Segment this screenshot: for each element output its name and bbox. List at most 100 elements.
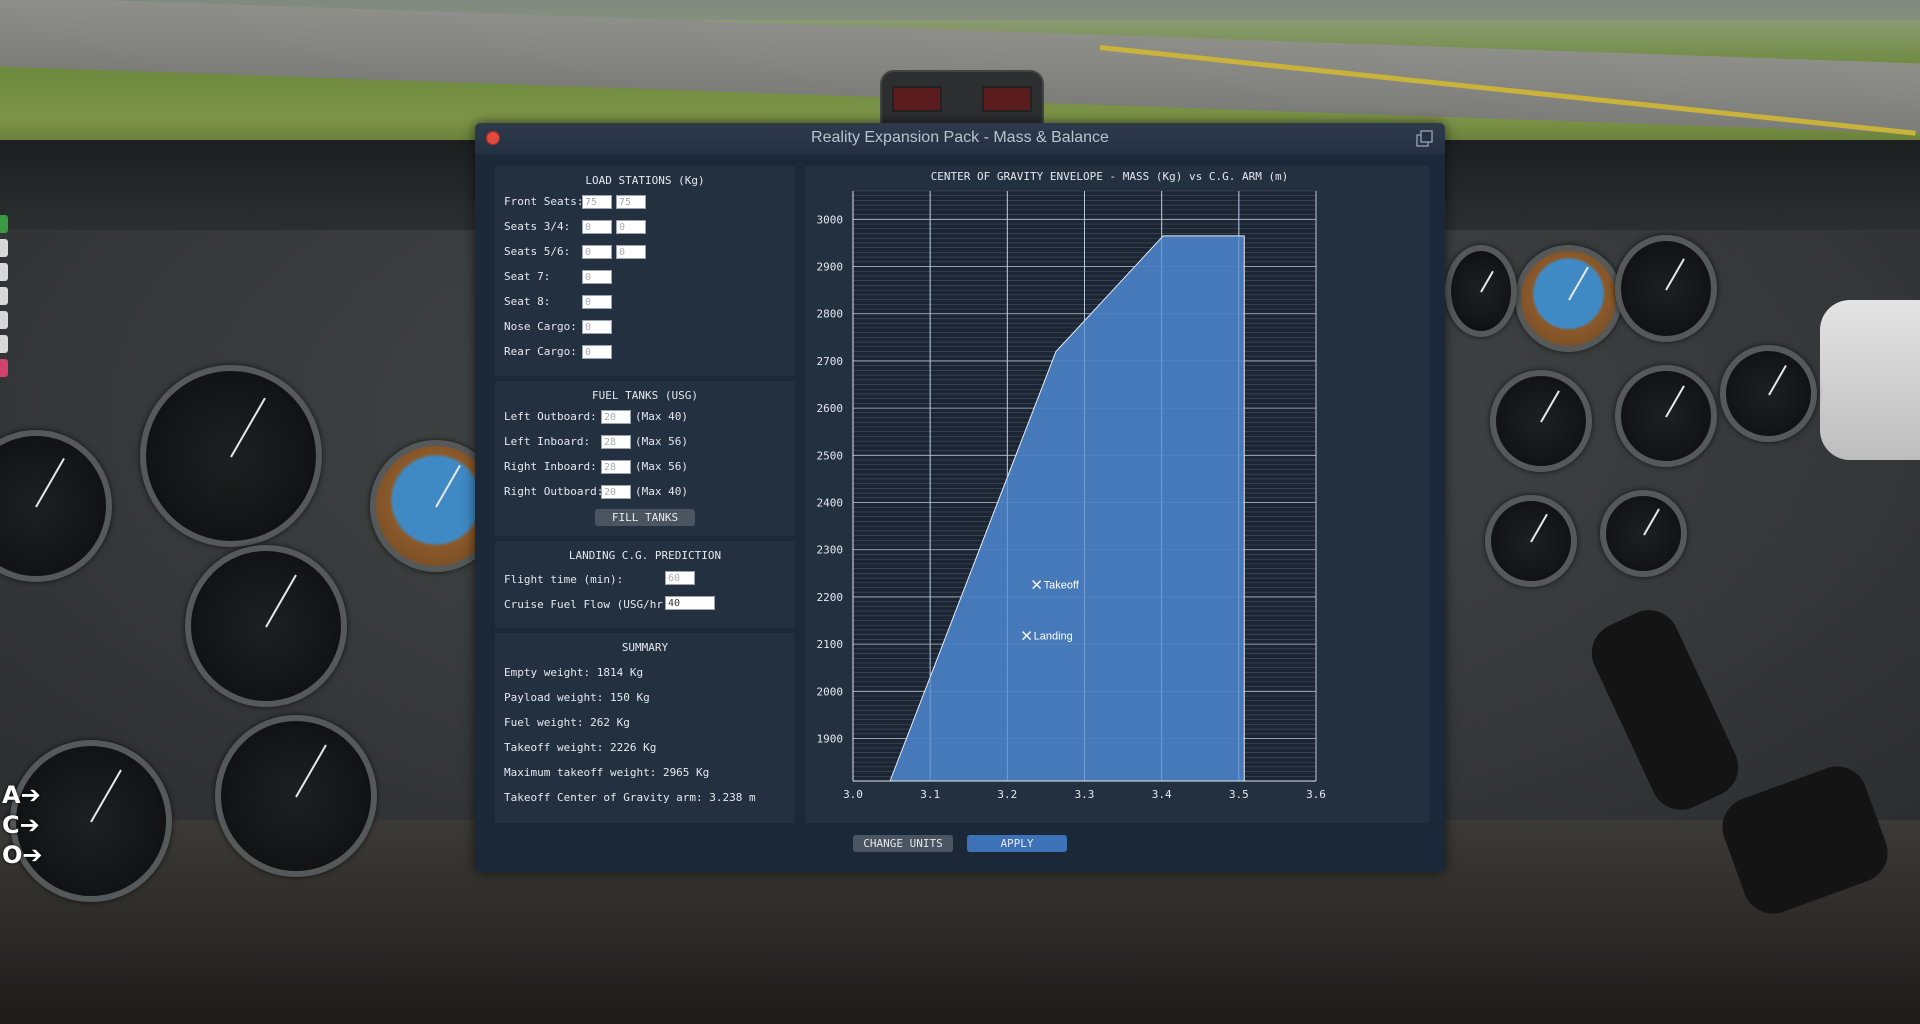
x-tick-label: 3.6 bbox=[1306, 788, 1326, 801]
rear-cargo-input[interactable]: 0 bbox=[582, 345, 612, 359]
x-tick-label: 3.5 bbox=[1229, 788, 1249, 801]
seat-7-input[interactable]: 0 bbox=[582, 270, 612, 284]
copilot-gauge-a-icon bbox=[1445, 245, 1517, 337]
sidebar-tab[interactable] bbox=[0, 215, 8, 233]
y-tick-label: 2800 bbox=[817, 308, 844, 321]
popout-icon[interactable] bbox=[1415, 129, 1435, 149]
side-shortcuts: A➔ C➔ O➔ bbox=[2, 780, 43, 870]
y-tick-label: 3000 bbox=[817, 213, 844, 226]
sidebar-tab[interactable] bbox=[0, 239, 8, 257]
copilot-nav-icon bbox=[1720, 345, 1817, 442]
x-tick-label: 3.2 bbox=[997, 788, 1017, 801]
sidebar-tab[interactable] bbox=[0, 263, 8, 281]
right-inboard-input[interactable]: 28 bbox=[601, 460, 631, 474]
copilot-hsi-icon bbox=[1490, 370, 1592, 472]
y-tick-label: 2700 bbox=[817, 355, 844, 368]
chart-title: CENTER OF GRAVITY ENVELOPE - MASS (Kg) v… bbox=[931, 170, 1289, 183]
nose-cargo-input[interactable]: 0 bbox=[582, 320, 612, 334]
takeoff-label: Takeoff bbox=[1044, 580, 1080, 592]
shortcut-o[interactable]: O➔ bbox=[2, 840, 43, 870]
seat-7-label: Seat 7: bbox=[504, 270, 551, 283]
fuel-tanks-title: FUEL TANKS (USG) bbox=[592, 389, 698, 402]
x-tick-label: 3.0 bbox=[843, 788, 863, 801]
seat-8-label: Seat 8: bbox=[504, 295, 551, 308]
sidebar-tab[interactable] bbox=[0, 335, 8, 353]
apply-button[interactable]: APPLY bbox=[967, 835, 1067, 852]
y-tick-label: 1900 bbox=[817, 733, 844, 746]
window-title: Reality Expansion Pack - Mass & Balance bbox=[811, 129, 1109, 146]
sidebar-tab[interactable] bbox=[0, 287, 8, 305]
front-seats-label: Front Seats: bbox=[504, 195, 584, 208]
y-tick-label: 2900 bbox=[817, 261, 844, 274]
seat-8-input[interactable]: 0 bbox=[582, 295, 612, 309]
flight-time-input[interactable]: 60 bbox=[665, 571, 695, 585]
left-outboard-input[interactable]: 20 bbox=[601, 410, 631, 424]
sidebar-tab[interactable] bbox=[0, 359, 8, 377]
window-titlebar[interactable]: Reality Expansion Pack - Mass & Balance bbox=[475, 123, 1445, 155]
load-stations-title: LOAD STATIONS (Kg) bbox=[585, 174, 705, 187]
y-tick-label: 2400 bbox=[817, 497, 844, 510]
fill-tanks-button[interactable]: FILL TANKS bbox=[595, 509, 695, 526]
summary-title: SUMMARY bbox=[621, 641, 669, 654]
seat-4-input[interactable]: 0 bbox=[616, 220, 646, 234]
left-inboard-max: (Max 56) bbox=[635, 435, 688, 448]
cruise-fuel-flow-input[interactable]: 40 bbox=[665, 596, 715, 610]
shortcut-a[interactable]: A➔ bbox=[2, 780, 43, 810]
left-inboard-input[interactable]: 28 bbox=[601, 435, 631, 449]
y-tick-label: 2100 bbox=[817, 638, 844, 651]
seat-3-input[interactable]: 0 bbox=[582, 220, 612, 234]
change-units-button[interactable]: CHANGE UNITS bbox=[853, 835, 953, 852]
right-inboard-max: (Max 56) bbox=[635, 460, 688, 473]
landing-prediction-panel: LANDING C.G. PREDICTION Flight time (min… bbox=[495, 541, 795, 628]
copilot-engine-gauge-icon bbox=[1485, 495, 1577, 587]
nose-cargo-label: Nose Cargo: bbox=[504, 320, 577, 333]
turn-coordinator-icon bbox=[185, 545, 347, 707]
load-stations-panel: LOAD STATIONS (Kg) Front Seats: 75 75 Se… bbox=[495, 166, 795, 376]
copilot-attitude-icon bbox=[1515, 245, 1622, 352]
front-seat-2-input[interactable]: 75 bbox=[616, 195, 646, 209]
copilot-altimeter-icon bbox=[1615, 235, 1717, 342]
left-outboard-max: (Max 40) bbox=[635, 410, 688, 423]
landing-label: Landing bbox=[1034, 631, 1073, 643]
y-tick-label: 2300 bbox=[817, 544, 844, 557]
copilot-climb-icon bbox=[1615, 365, 1717, 467]
landing-prediction-title: LANDING C.G. PREDICTION bbox=[568, 549, 722, 562]
sidebar-tabs bbox=[0, 215, 10, 415]
sidebar-tab[interactable] bbox=[0, 311, 8, 329]
cruise-fuel-flow-label: Cruise Fuel Flow (USG/hr): bbox=[504, 598, 677, 611]
x-tick-label: 3.3 bbox=[1075, 788, 1095, 801]
payload-weight-text: Payload weight: 150 Kg bbox=[504, 691, 650, 704]
y-tick-label: 2200 bbox=[817, 591, 844, 604]
seats-3-4-label: Seats 3/4: bbox=[504, 220, 571, 233]
seat-6-input[interactable]: 0 bbox=[616, 245, 646, 259]
takeoff-weight-text: Takeoff weight: 2226 Kg bbox=[504, 741, 657, 754]
copilot-fuel-gauge-icon bbox=[1600, 490, 1687, 577]
flight-time-label: Flight time (min): bbox=[504, 573, 624, 586]
cg-envelope-chart: CENTER OF GRAVITY ENVELOPE - MASS (Kg) v… bbox=[805, 166, 1429, 823]
left-outboard-label: Left Outboard: bbox=[504, 410, 597, 423]
takeoff-cg-arm-text: Takeoff Center of Gravity arm: 3.238 m bbox=[504, 791, 756, 804]
copilot-seat bbox=[1820, 300, 1920, 460]
max-takeoff-weight-text: Maximum takeoff weight: 2965 Kg bbox=[504, 766, 710, 779]
summary-panel: SUMMARY Empty weight: 1814 Kg Payload we… bbox=[495, 633, 795, 823]
right-inboard-label: Right Inboard: bbox=[504, 460, 597, 473]
left-inboard-label: Left Inboard: bbox=[504, 435, 591, 448]
right-outboard-max: (Max 40) bbox=[635, 485, 688, 498]
seats-5-6-label: Seats 5/6: bbox=[504, 245, 571, 258]
fuel-tanks-panel: FUEL TANKS (USG) Left Outboard: 20 (Max … bbox=[495, 381, 795, 536]
mass-balance-window: Reality Expansion Pack - Mass & Balance … bbox=[475, 123, 1445, 872]
front-seat-1-input[interactable]: 75 bbox=[582, 195, 612, 209]
x-tick-label: 3.4 bbox=[1152, 788, 1172, 801]
y-tick-label: 2000 bbox=[817, 685, 844, 698]
y-tick-label: 2500 bbox=[817, 449, 844, 462]
y-tick-label: 2600 bbox=[817, 402, 844, 415]
x-tick-label: 3.1 bbox=[920, 788, 940, 801]
vor-gauge-icon bbox=[215, 715, 377, 877]
shortcut-c[interactable]: C➔ bbox=[2, 810, 43, 840]
rear-cargo-label: Rear Cargo: bbox=[504, 345, 577, 358]
right-outboard-label: Right Outboard: bbox=[504, 485, 604, 498]
seat-5-input[interactable]: 0 bbox=[582, 245, 612, 259]
right-outboard-input[interactable]: 20 bbox=[601, 485, 631, 499]
fuel-weight-text: Fuel weight: 262 Kg bbox=[504, 716, 630, 729]
cg-envelope-svg: CENTER OF GRAVITY ENVELOPE - MASS (Kg) v… bbox=[817, 170, 1326, 801]
